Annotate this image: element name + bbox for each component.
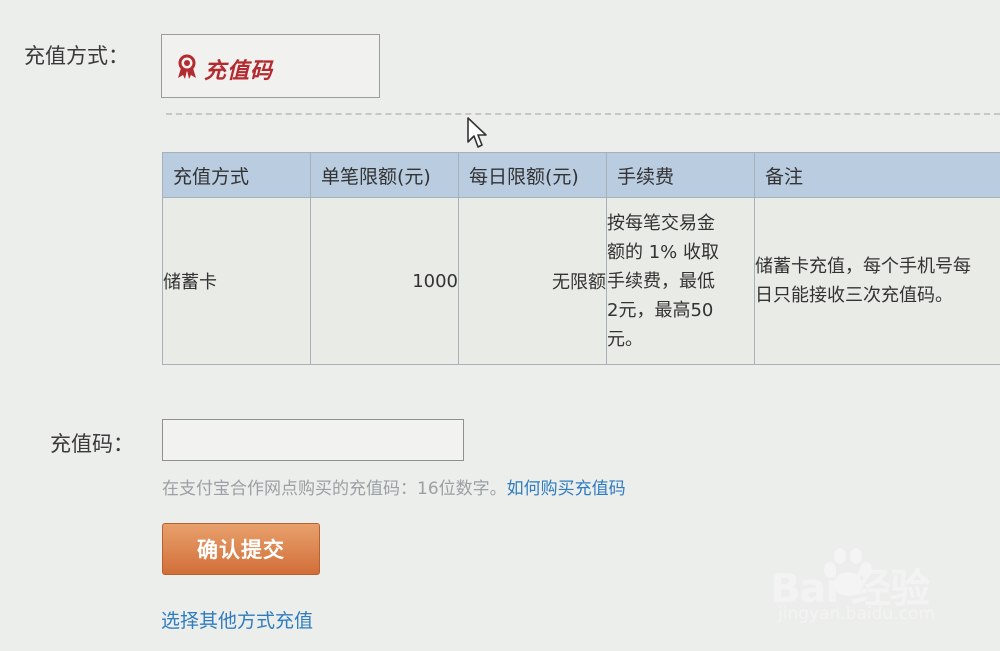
header-method: 充值方式 [162,152,311,198]
note-line: 日只能接收三次充值码。 [755,285,954,306]
cell-method: 储蓄卡 [162,197,311,365]
cell-single-limit: 1000 [310,197,459,365]
header-note: 备注 [754,152,1000,198]
how-to-buy-link[interactable]: 如何购买充值码 [507,479,626,499]
fee-line: 2元，最高50 [607,299,714,321]
paw-icon [824,548,872,596]
cell-note: 储蓄卡充值，每个手机号每 日只能接收三次充值码。 [754,197,1000,365]
table-row: 储蓄卡 1000 无限额 按每笔交易金 额的 1% 收取 手续费，最低 2元，最… [162,197,1000,365]
fee-line: 额的 1% 收取 [607,241,719,263]
baidu-watermark-url: jingyan.baidu.com [778,604,935,624]
other-methods-link[interactable]: 选择其他方式充值 [161,606,313,633]
fee-line: 按每笔交易金 [607,212,715,234]
header-single-limit: 单笔限额(元) [310,152,459,198]
medal-icon [178,54,196,79]
mouse-cursor-icon [467,117,487,148]
cell-daily-limit: 无限额 [458,197,607,365]
recharge-code-hint: 在支付宝合作网点购买的充值码：16位数字。如何购买充值码 [162,474,626,499]
note-line: 储蓄卡充值，每个手机号每 [755,256,972,277]
cell-fee: 按每笔交易金 额的 1% 收取 手续费，最低 2元，最高50 元。 [606,197,755,365]
dashed-divider [166,113,1000,115]
recharge-method-label: 充值方式： [24,44,129,68]
header-daily-limit: 每日限额(元) [458,152,607,198]
fee-line: 手续费，最低 [607,270,715,292]
recharge-method-name: 充值码 [204,58,274,84]
confirm-submit-button[interactable]: 确认提交 [162,523,320,575]
recharge-code-input[interactable] [162,419,464,461]
fee-line: 元。 [607,328,643,350]
limits-table: 充值方式 单笔限额(元) 每日限额(元) 手续费 备注 储蓄卡 1000 无限额… [162,152,1000,365]
table-header-row: 充值方式 单笔限额(元) 每日限额(元) 手续费 备注 [162,152,1000,198]
recharge-method-selector[interactable]: 充值码 [161,34,380,98]
header-fee: 手续费 [606,152,755,198]
hint-text: 在支付宝合作网点购买的充值码：16位数字。 [162,479,507,499]
recharge-code-label: 充值码： [50,432,134,456]
